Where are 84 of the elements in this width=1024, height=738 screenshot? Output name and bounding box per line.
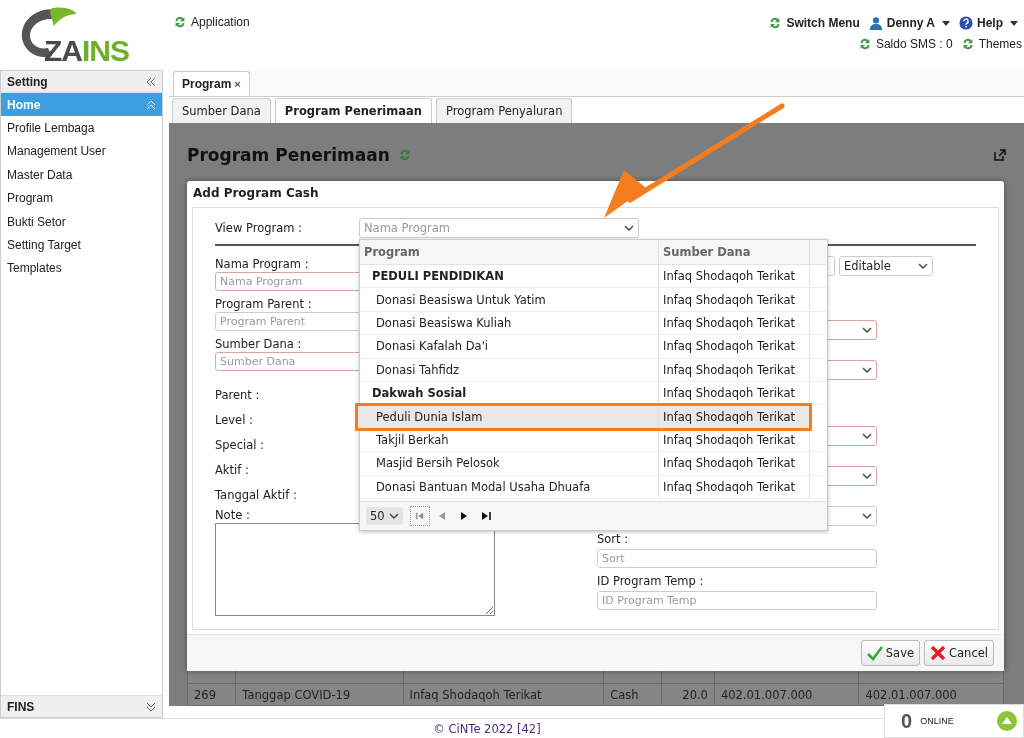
field-label: Note :: [215, 507, 250, 523]
program-row[interactable]: Donasi Beasiswa Kuliah Infaq Shodaqoh Terikat: [360, 311, 827, 336]
field-label: Sort :: [597, 531, 629, 547]
user-menu[interactable]: Denny A: [868, 16, 950, 30]
collapse-icon[interactable]: [146, 76, 156, 87]
program-row[interactable]: Peduli Dunia Islam Infaq Shodaqoh Terikat: [357, 405, 810, 429]
user-icon: [868, 16, 883, 30]
cancel-button[interactable]: Cancel: [924, 640, 994, 666]
field-label: Nama Program :: [215, 256, 309, 272]
input-field[interactable]: Sort: [597, 549, 877, 568]
sub-tab[interactable]: Program Penyaluran: [435, 98, 573, 123]
chevron-down-icon: [862, 473, 872, 479]
application-link[interactable]: Application: [173, 14, 250, 30]
table-cell: Tanggap COVID-19: [235, 683, 404, 706]
check-icon: [866, 645, 883, 661]
field-label: Sumber Dana :: [215, 336, 302, 352]
field-label: Tanggal Aktif :: [215, 486, 297, 503]
input-field[interactable]: ID Program Temp: [597, 591, 877, 610]
themes-link[interactable]: Themes: [960, 37, 1022, 51]
online-count: 0: [901, 709, 913, 733]
expand-icon[interactable]: [146, 701, 156, 712]
help-icon: [959, 16, 973, 30]
copyright-text: © CiNTe 2022 [42]: [433, 722, 541, 736]
online-label: ONLINE: [920, 716, 954, 726]
table-cell: 269: [187, 683, 236, 706]
mode-select[interactable]: Editable: [839, 256, 933, 276]
refresh-icon: [173, 15, 187, 29]
field-label: Special :: [215, 436, 264, 453]
program-row[interactable]: Donasi Kafalah Da'i Infaq Shodaqoh Terikat: [360, 335, 827, 359]
last-page-icon[interactable]: [480, 511, 491, 521]
chevron-down-icon: [862, 367, 872, 373]
program-row[interactable]: PEDULI PENDIDIKAN Infaq Shodaqoh Terikat: [360, 265, 827, 289]
field-label: ID Program Temp :: [597, 573, 704, 589]
field-label: Level :: [215, 411, 253, 428]
caret-icon: [942, 20, 950, 26]
sidebar-item[interactable]: Master Data: [1, 163, 162, 187]
chevron-down-icon: [862, 327, 872, 333]
table-cell: Infaq Shodaqoh Terikat: [403, 683, 604, 706]
sidebar-item[interactable]: Templates: [1, 256, 162, 281]
dialog-title: Add Program Cash: [192, 185, 320, 202]
program-row[interactable]: Masjid Bersih Pelosok Infaq Shodaqoh Terikat: [360, 452, 827, 476]
field-label: Aktif :: [215, 461, 249, 478]
field-label: Parent :: [215, 386, 260, 403]
field-label: View Program :: [215, 220, 303, 235]
column-header: Program: [360, 240, 659, 264]
chevron-down-icon: [918, 263, 928, 269]
note-field[interactable]: [215, 523, 495, 616]
section-title: FINS: [7, 699, 35, 714]
page-size-select[interactable]: 50: [366, 507, 403, 525]
sidebar-item[interactable]: Management User: [1, 139, 162, 164]
chevron-down-icon: [862, 513, 872, 519]
sms-balance: Saldo SMS : 0: [857, 37, 953, 51]
page-title: Program Penerimaan: [187, 145, 390, 165]
popout-icon[interactable]: [994, 149, 1006, 161]
cross-icon: [930, 645, 947, 661]
table-cell: 402.01.007.000: [858, 683, 1004, 706]
sidebar-title: Setting: [7, 74, 48, 89]
table-cell: 402.01.007.000: [714, 683, 859, 706]
field-label: Program Parent :: [215, 296, 312, 312]
sidebar-item[interactable]: Program: [1, 186, 162, 210]
chevron-down-icon: [624, 225, 634, 231]
caret-icon: [1010, 20, 1018, 26]
sub-tab[interactable]: Sumber Dana: [172, 98, 271, 123]
program-row[interactable]: Donasi Bantuan Modal Usaha Dhuafa Infaq Shodaqoh Terikat: [360, 475, 827, 499]
chevron-down-icon: [388, 513, 399, 519]
program-row[interactable]: Donasi Tahfidz Infaq Shodaqoh Terikat: [360, 358, 827, 382]
sub-tab[interactable]: Program Penerimaan: [274, 98, 432, 123]
logo-text: ZAINS: [44, 36, 129, 66]
program-tab[interactable]: Program ×: [173, 71, 250, 96]
next-page-icon[interactable]: [458, 511, 469, 521]
save-button[interactable]: Save: [860, 640, 921, 666]
program-row[interactable]: Donasi Beasiswa Untuk Yatim Infaq Shodaqoh Terikat: [360, 288, 827, 312]
close-icon[interactable]: ×: [234, 78, 241, 90]
help-menu[interactable]: Help: [959, 16, 1018, 30]
column-header: Sumber Dana: [659, 240, 810, 264]
program-row[interactable]: Takjil Berkah Infaq Shodaqoh Terikat: [360, 428, 827, 453]
collapse-icon: [146, 99, 156, 110]
switch-menu-link[interactable]: Switch Menu: [768, 16, 860, 30]
chevron-down-icon: [862, 433, 872, 439]
sidebar-item[interactable]: Setting Target: [1, 233, 162, 257]
first-page-icon[interactable]: [409, 506, 430, 526]
sidebar-item[interactable]: Bukti Setor: [1, 209, 162, 234]
sidebar-item[interactable]: Profile Lembaga: [1, 116, 162, 140]
sidebar-section-header[interactable]: FINS: [1, 695, 162, 717]
